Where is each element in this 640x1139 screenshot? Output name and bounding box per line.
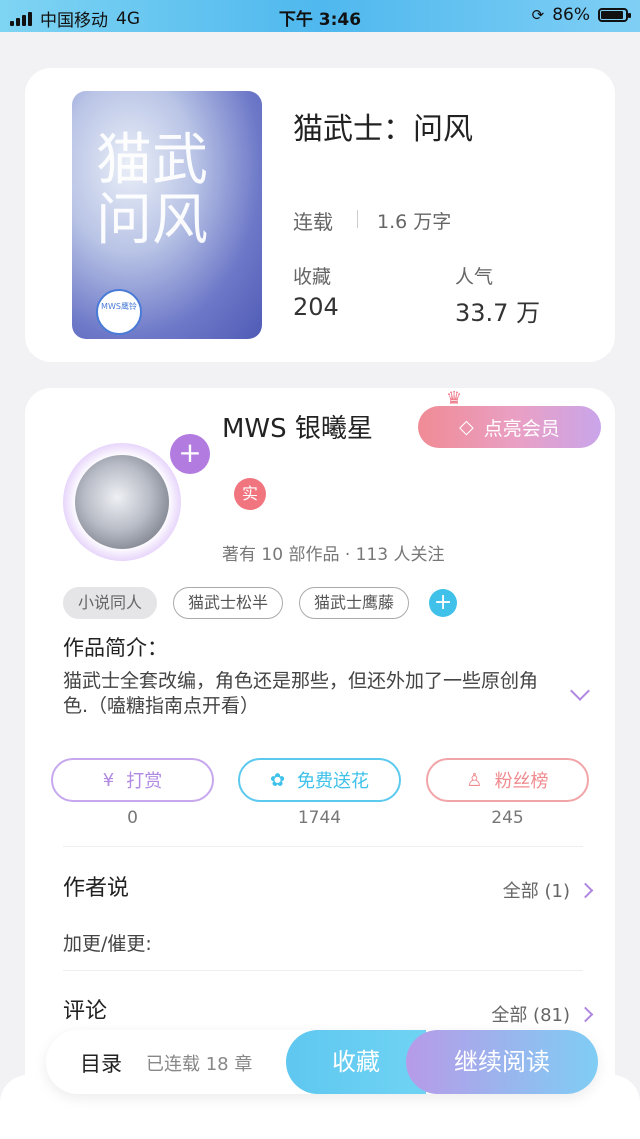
fan-ranking-button[interactable]: ♙ 粉丝榜	[426, 758, 589, 802]
add-tag-icon[interactable]: +	[429, 589, 458, 617]
vip-button-label: 点亮会员	[483, 417, 560, 440]
free-flower-button[interactable]: ✿ 免费送花	[238, 758, 401, 802]
tag-item[interactable]: 小说同人	[63, 587, 158, 619]
tip-button[interactable]: ¥ 打赏	[51, 758, 214, 802]
expand-chevron-icon[interactable]	[570, 681, 590, 701]
yen-coin-icon: ¥	[102, 769, 115, 791]
avatar	[75, 455, 169, 549]
battery-percent: 86%	[552, 5, 590, 25]
author-says-all-link[interactable]: 全部 (1)	[502, 877, 594, 903]
fan-count: 245	[491, 808, 524, 828]
flower-count: 1744	[297, 808, 342, 828]
comments-all-link[interactable]: 全部 (81)	[491, 1001, 594, 1027]
author-says-title: 作者说	[63, 876, 130, 901]
divider	[63, 970, 583, 971]
crown-icon: ♛	[446, 388, 463, 409]
bottom-action-bar: 目录 已连载 18 章 收藏 继续阅读	[46, 1030, 598, 1094]
author-name[interactable]: MWS 银曦星	[222, 408, 373, 445]
tag-item[interactable]: 猫武士鹰藤	[299, 587, 410, 619]
cover-seal: MWS鹰铃	[96, 289, 142, 335]
toc-button[interactable]: 目录	[80, 1048, 122, 1078]
vip-button[interactable]: ♛ ◇ 点亮会员	[418, 388, 601, 448]
tip-count: 0	[127, 808, 138, 828]
comments-title: 评论	[63, 999, 108, 1024]
verified-badge: 实	[234, 478, 266, 510]
book-title: 猫武士：问风	[293, 112, 473, 147]
author-says-all-label: 全部 (1)	[502, 881, 570, 902]
status-bar: 中国移动 4G 下午 3:46 ⟳ 86%	[0, 0, 640, 32]
free-flower-label: 免费送花	[297, 771, 370, 792]
cover-title-art: 猫武 问风	[96, 128, 208, 253]
rotation-lock-icon: ⟳	[531, 6, 545, 24]
fan-ranking-label: 粉丝榜	[494, 771, 549, 792]
book-info-card: 猫武 问风 MWS鹰铃 猫武士：问风 连载 1.6 万字 收藏 204 人气 33…	[25, 68, 615, 362]
chevron-right-icon	[577, 882, 594, 898]
book-cover[interactable]: 猫武 问风 MWS鹰铃	[72, 91, 262, 339]
diamond-icon: ◇	[459, 416, 474, 438]
follow-plus-icon[interactable]: +	[170, 434, 210, 474]
divider	[63, 846, 583, 847]
fan-user-icon: ♙	[466, 769, 483, 791]
popularity-value: 33.7 万	[455, 299, 541, 327]
comments-all-label: 全部 (81)	[491, 1005, 570, 1026]
author-card: + MWS 银曦星 ♛ ◇ 点亮会员 实 著有 10 部作品 · 113 人关注…	[25, 388, 615, 1139]
chevron-right-icon	[577, 1006, 594, 1022]
author-avatar-frame[interactable]: +	[55, 408, 210, 561]
author-says-content[interactable]: 加更/催更:	[63, 929, 152, 956]
book-status: 连载	[293, 210, 333, 234]
author-meta: 著有 10 部作品 · 113 人关注	[222, 545, 445, 565]
favorite-button[interactable]: 收藏	[286, 1030, 426, 1094]
chapter-count: 已连载 18 章	[146, 1054, 253, 1075]
favorites-value: 204	[293, 293, 339, 321]
intro-title: 作品简介：	[63, 636, 168, 660]
status-bar-right: ⟳ 86%	[531, 5, 631, 25]
tip-label: 打赏	[126, 771, 163, 792]
continue-reading-button[interactable]: 继续阅读	[406, 1030, 598, 1094]
intro-text: 猫武士全套改编，角色还是那些，但还外加了一些原创角色.（嗑糖指南点开看）	[63, 670, 539, 717]
favorites-label: 收藏	[293, 266, 332, 288]
tag-item[interactable]: 猫武士松半	[173, 587, 284, 619]
tag-list: 小说同人 猫武士松半 猫武士鹰藤 +	[63, 587, 458, 619]
battery-icon	[598, 8, 631, 22]
book-word-count: 1.6 万字	[377, 211, 452, 233]
popularity-label: 人气	[455, 266, 494, 288]
flower-icon: ✿	[269, 769, 286, 791]
status-divider	[357, 210, 358, 228]
